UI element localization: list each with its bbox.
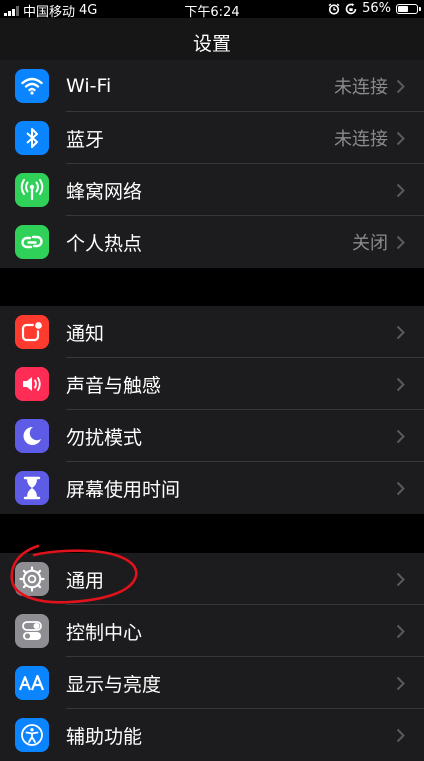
row-general[interactable]: 通用: [0, 553, 424, 605]
row-display-brightness[interactable]: 显示与亮度: [0, 657, 424, 709]
row-label: 个人热点: [66, 232, 143, 255]
chevron-right-icon: [396, 181, 410, 199]
row-value: 未连接: [334, 77, 388, 98]
row-wifi[interactable]: Wi-Fi 未连接: [0, 60, 424, 112]
row-label: Wi-Fi: [66, 75, 112, 97]
chevron-right-icon: [396, 77, 410, 95]
settings-group-notifications: 通知 声音与触感 勿扰模式 屏幕使用时间: [0, 306, 424, 514]
chevron-right-icon: [396, 622, 410, 640]
row-hotspot[interactable]: 个人热点 关闭: [0, 216, 424, 268]
row-notifications[interactable]: 通知: [0, 306, 424, 358]
notification-icon: [15, 315, 49, 349]
gear-icon: [15, 562, 49, 596]
row-cellular[interactable]: 蜂窝网络: [0, 164, 424, 216]
accessibility-icon: [15, 718, 49, 752]
settings-group-general: 通用 控制中心 显示与亮度 辅助功能: [0, 553, 424, 761]
battery-icon: [396, 3, 421, 14]
chevron-right-icon: [396, 375, 410, 393]
chevron-right-icon: [396, 233, 410, 251]
chevron-right-icon: [396, 323, 410, 341]
hourglass-icon: [15, 471, 49, 505]
sound-icon: [15, 367, 49, 401]
row-label: 屏幕使用时间: [66, 478, 181, 501]
chevron-right-icon: [396, 674, 410, 692]
row-label: 勿扰模式: [66, 426, 143, 449]
chevron-right-icon: [396, 570, 410, 588]
row-screen-time[interactable]: 屏幕使用时间: [0, 462, 424, 514]
row-do-not-disturb[interactable]: 勿扰模式: [0, 410, 424, 462]
row-label: 通用: [66, 569, 105, 592]
row-label: 辅助功能: [66, 725, 143, 748]
chevron-right-icon: [396, 129, 410, 147]
row-value: 关闭: [352, 233, 388, 254]
chevron-right-icon: [396, 427, 410, 445]
row-label: 蓝牙: [66, 128, 105, 151]
row-label: 显示与亮度: [66, 673, 162, 696]
page-title: 设置: [192, 33, 231, 55]
orientation-lock-icon: [345, 2, 357, 14]
row-value: 未连接: [334, 129, 388, 150]
cellular-icon: [15, 173, 49, 207]
bluetooth-icon: [15, 121, 49, 155]
status-bar: 中国移动 4G 下午6:24 56%: [0, 0, 424, 20]
hotspot-icon: [15, 225, 49, 259]
moon-icon: [15, 419, 49, 453]
settings-group-connectivity: Wi-Fi 未连接 蓝牙 未连接 蜂窝网络 个人热点 关闭: [0, 60, 424, 268]
row-label: 蜂窝网络: [66, 180, 143, 203]
row-label: 声音与触感: [66, 374, 162, 397]
text-size-icon: [15, 666, 49, 700]
chevron-right-icon: [396, 726, 410, 744]
toggles-icon: [15, 614, 49, 648]
row-bluetooth[interactable]: 蓝牙 未连接: [0, 112, 424, 164]
row-control-center[interactable]: 控制中心: [0, 605, 424, 657]
row-accessibility[interactable]: 辅助功能: [0, 709, 424, 761]
wifi-icon: [15, 69, 49, 103]
row-label: 控制中心: [66, 621, 143, 644]
row-label: 通知: [66, 322, 105, 345]
chevron-right-icon: [396, 479, 410, 497]
battery-fill: [398, 5, 408, 12]
battery-percent: 56%: [362, 1, 391, 16]
row-sounds-haptics[interactable]: 声音与触感: [0, 358, 424, 410]
alarm-icon: [328, 2, 340, 15]
